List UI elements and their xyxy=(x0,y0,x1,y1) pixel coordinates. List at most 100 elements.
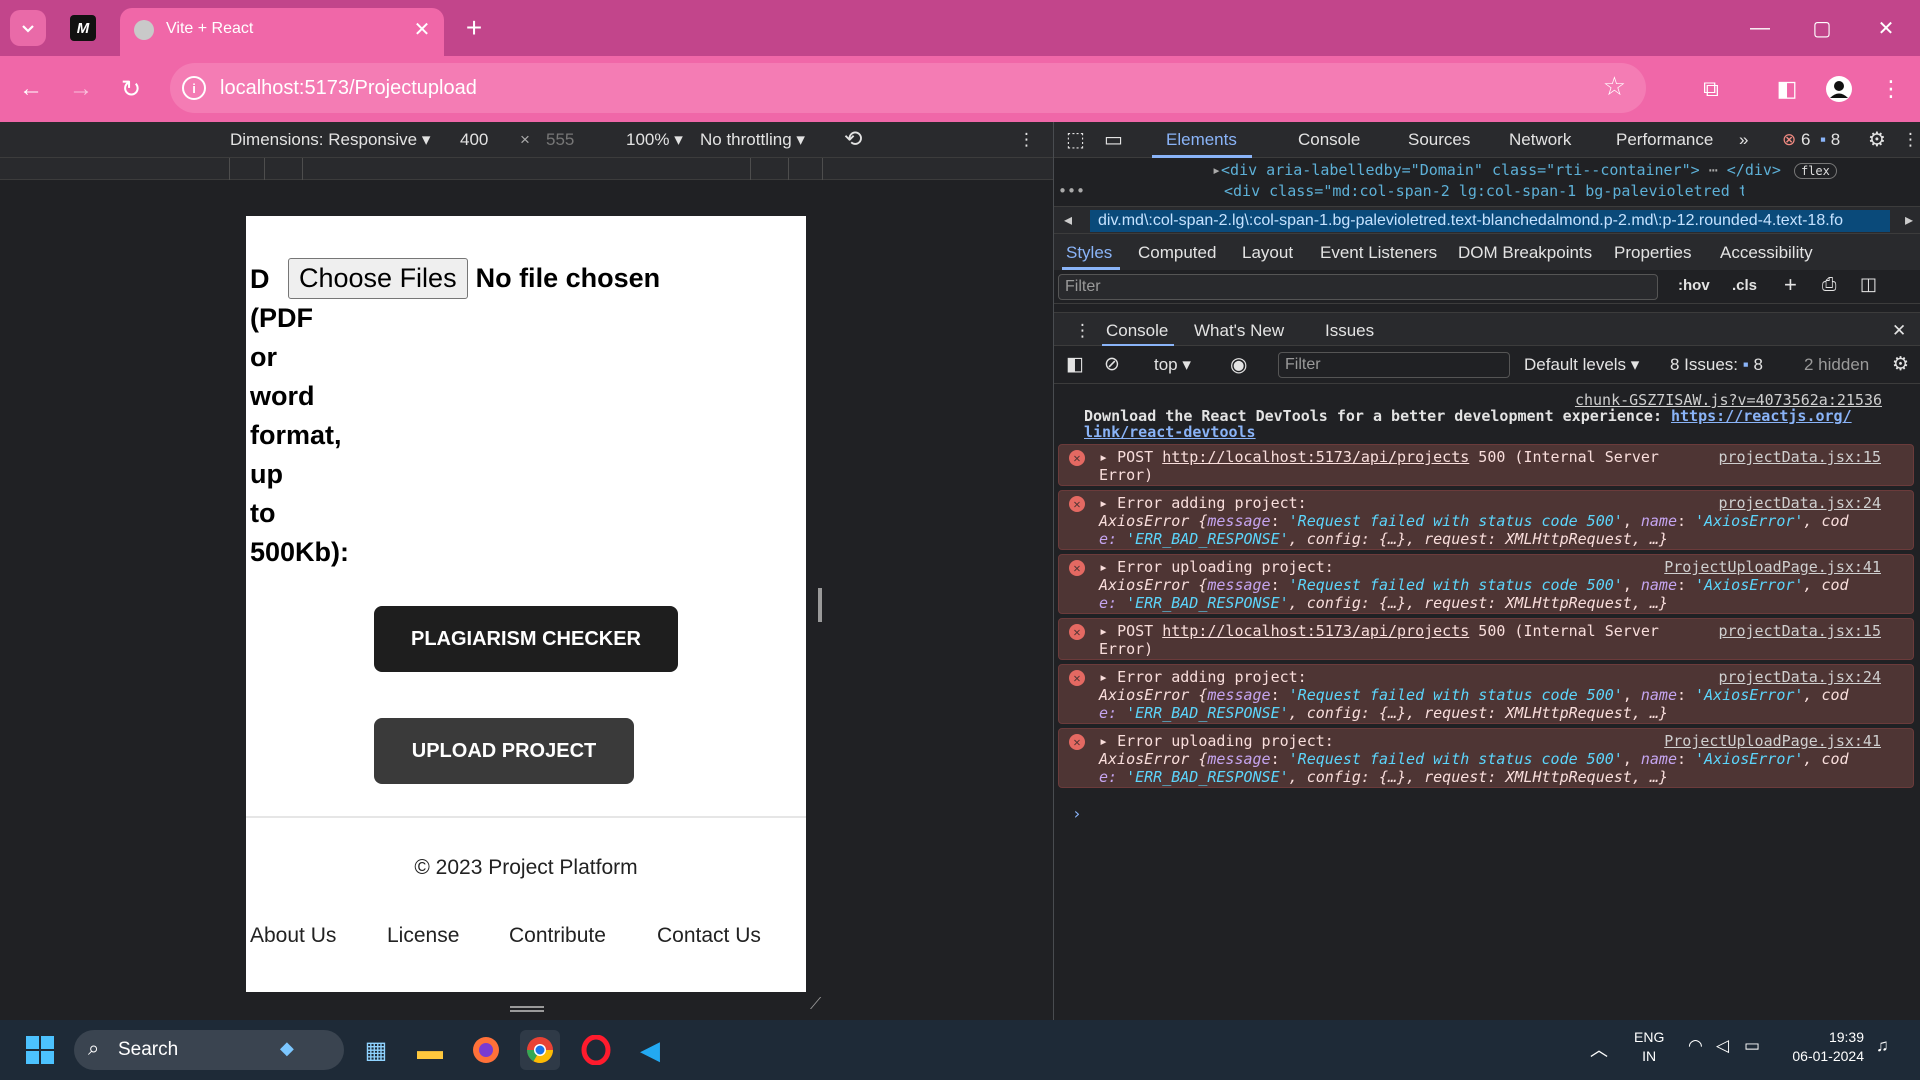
hov-toggle[interactable]: :hov xyxy=(1678,277,1710,294)
add-rule-icon[interactable]: + xyxy=(1784,272,1797,298)
volume-icon[interactable]: ◁ xyxy=(1716,1036,1729,1056)
paint-icon[interactable]: ⎙ xyxy=(1822,274,1836,295)
drawer-tab-console[interactable]: Console xyxy=(1106,321,1168,341)
vscode-icon[interactable]: ◀ xyxy=(630,1030,670,1070)
tab-sources[interactable]: Sources xyxy=(1408,130,1470,150)
firefox-icon[interactable] xyxy=(466,1030,506,1070)
dom-node[interactable]: ▸<div aria-labelledby="Domain" class="rt… xyxy=(1212,161,1837,179)
battery-icon[interactable]: ▭ xyxy=(1744,1036,1760,1056)
tab-styles[interactable]: Styles xyxy=(1066,243,1112,263)
error-source-link[interactable]: projectData.jsx:24 xyxy=(1718,493,1881,513)
console-error[interactable]: ✕ ▸ Error adding project: projectData.js… xyxy=(1058,664,1914,724)
opera-icon[interactable] xyxy=(576,1030,616,1070)
flex-badge[interactable]: flex xyxy=(1793,163,1837,179)
menu-kebab-icon[interactable]: ⋮ xyxy=(1874,72,1908,106)
error-url[interactable]: http://localhost:5173/api/projects xyxy=(1162,622,1469,640)
height-resize-handle[interactable] xyxy=(510,1006,544,1012)
language-indicator[interactable]: ENG IN xyxy=(1634,1028,1664,1066)
minimize-button[interactable]: — xyxy=(1740,12,1780,44)
console-error[interactable]: ✕ ▸ POST http://localhost:5173/api/proje… xyxy=(1058,618,1914,660)
file-explorer-icon[interactable]: ▬ xyxy=(410,1030,450,1070)
drawer-tab-whats-new[interactable]: What's New xyxy=(1194,321,1284,341)
tab-event-listeners[interactable]: Event Listeners xyxy=(1320,243,1437,263)
side-panel-icon[interactable]: ◧ xyxy=(1770,72,1804,106)
clock[interactable]: 19:39 06-01-2024 xyxy=(1788,1028,1864,1066)
clear-console-icon[interactable]: ⊘ xyxy=(1104,353,1120,376)
console-sidebar-icon[interactable]: ◧ xyxy=(1066,353,1084,376)
width-resize-handle[interactable] xyxy=(818,588,822,622)
inspect-element-icon[interactable]: ⬚ xyxy=(1066,127,1085,152)
width-input[interactable]: 400 xyxy=(460,130,488,150)
tab-performance[interactable]: Performance xyxy=(1616,130,1713,150)
drawer-tab-issues[interactable]: Issues xyxy=(1325,321,1374,341)
error-source-link[interactable]: projectData.jsx:15 xyxy=(1718,621,1881,641)
breadcrumb-left-icon[interactable]: ◂ xyxy=(1064,210,1072,230)
height-input[interactable]: 555 xyxy=(546,130,574,150)
more-tabs-icon[interactable]: » xyxy=(1739,130,1748,150)
tab-accessibility[interactable]: Accessibility xyxy=(1720,243,1813,263)
taskbar-search[interactable]: ⌕ Search ◆ xyxy=(74,1030,344,1070)
breadcrumb-item[interactable]: div.md\:col-span-2.lg\:col-span-1.bg-pal… xyxy=(1090,210,1890,232)
breadcrumb-right-icon[interactable]: ▸ xyxy=(1905,210,1913,230)
site-info-icon[interactable]: i xyxy=(182,76,206,100)
maximize-button[interactable]: ▢ xyxy=(1802,12,1842,44)
dom-node-selected[interactable]: <div class="md:col-span-2 lg:col-span-1 … xyxy=(1224,182,1744,200)
wifi-icon[interactable]: ◠ xyxy=(1688,1036,1703,1056)
log-levels-dropdown[interactable]: Default levels ▾ xyxy=(1524,355,1639,375)
profile-avatar[interactable] xyxy=(1822,72,1856,106)
error-url[interactable]: http://localhost:5173/api/projects xyxy=(1162,448,1469,466)
cls-toggle[interactable]: .cls xyxy=(1732,277,1757,294)
tab-computed[interactable]: Computed xyxy=(1138,243,1216,263)
corner-resize-handle[interactable]: ⟋ xyxy=(810,996,828,1014)
error-source-link[interactable]: projectData.jsx:15 xyxy=(1718,447,1881,467)
settings-gear-icon[interactable]: ⚙ xyxy=(1868,127,1886,152)
notification-bell-icon[interactable]: ♫ xyxy=(1876,1036,1889,1056)
tab-network[interactable]: Network xyxy=(1509,130,1571,150)
zoom-dropdown[interactable]: 100% ▾ xyxy=(626,130,683,150)
drawer-menu-icon[interactable]: ⋮ xyxy=(1074,321,1091,341)
footer-link-license[interactable]: License xyxy=(387,924,459,948)
extensions-icon[interactable]: ⧉ xyxy=(1694,72,1728,106)
error-source-link[interactable]: projectData.jsx:24 xyxy=(1718,667,1881,687)
file-input[interactable]: Choose Files No file chosen xyxy=(268,258,660,299)
close-window-button[interactable]: ✕ xyxy=(1866,12,1906,44)
error-count-badge[interactable]: ⊗ 6 xyxy=(1782,130,1810,150)
tab-properties[interactable]: Properties xyxy=(1614,243,1691,263)
tab-layout[interactable]: Layout xyxy=(1242,243,1293,263)
active-tab[interactable]: Vite + React ✕ xyxy=(120,8,444,56)
upload-project-button[interactable]: UPLOAD PROJECT xyxy=(374,718,634,784)
pinned-tab[interactable]: M xyxy=(70,15,96,41)
plagiarism-checker-button[interactable]: PLAGIARISM CHECKER xyxy=(374,606,678,672)
choose-files-button[interactable]: Choose Files xyxy=(288,258,468,299)
windows-start-icon[interactable] xyxy=(20,1030,60,1070)
context-dropdown[interactable]: top ▾ xyxy=(1154,355,1191,375)
tab-elements[interactable]: Elements xyxy=(1166,130,1237,150)
device-more-icon[interactable]: ⋮ xyxy=(1018,130,1035,150)
footer-link-about[interactable]: About Us xyxy=(250,924,336,948)
footer-link-contact[interactable]: Contact Us xyxy=(657,924,761,948)
console-prompt[interactable]: › xyxy=(1072,804,1082,823)
devtools-kebab-icon[interactable]: ⋮ xyxy=(1902,130,1919,150)
new-tab-button[interactable]: + xyxy=(458,12,490,44)
styles-filter-input[interactable]: Filter xyxy=(1058,274,1658,300)
console-filter-input[interactable]: Filter xyxy=(1278,352,1510,378)
throttling-dropdown[interactable]: No throttling ▾ xyxy=(700,130,805,150)
back-button[interactable]: ← xyxy=(14,72,48,106)
chrome-icon[interactable] xyxy=(520,1030,560,1070)
rotate-icon[interactable]: ⟲ xyxy=(844,126,862,152)
message-link[interactable]: https://reactjs.org/ xyxy=(1671,407,1852,425)
console-error[interactable]: ✕ ▸ Error uploading project: ProjectUplo… xyxy=(1058,554,1914,614)
tab-console[interactable]: Console xyxy=(1298,130,1360,150)
bookmark-star-icon[interactable]: ☆ xyxy=(1603,71,1626,102)
close-drawer-icon[interactable]: ✕ xyxy=(1892,321,1906,341)
tab-search-button[interactable] xyxy=(10,10,46,46)
address-bar[interactable]: i localhost:5173/Projectupload ☆ xyxy=(170,63,1646,113)
message-link[interactable]: link/react-devtools xyxy=(1084,423,1256,441)
forward-button[interactable]: → xyxy=(64,72,98,106)
tab-dom-breakpoints[interactable]: DOM Breakpoints xyxy=(1458,243,1592,263)
device-toggle-icon[interactable]: ▭ xyxy=(1104,127,1123,152)
error-source-link[interactable]: ProjectUploadPage.jsx:41 xyxy=(1664,731,1881,751)
reload-button[interactable]: ↻ xyxy=(114,72,148,106)
console-settings-icon[interactable]: ⚙ xyxy=(1892,353,1909,376)
close-tab-icon[interactable]: ✕ xyxy=(410,17,434,41)
